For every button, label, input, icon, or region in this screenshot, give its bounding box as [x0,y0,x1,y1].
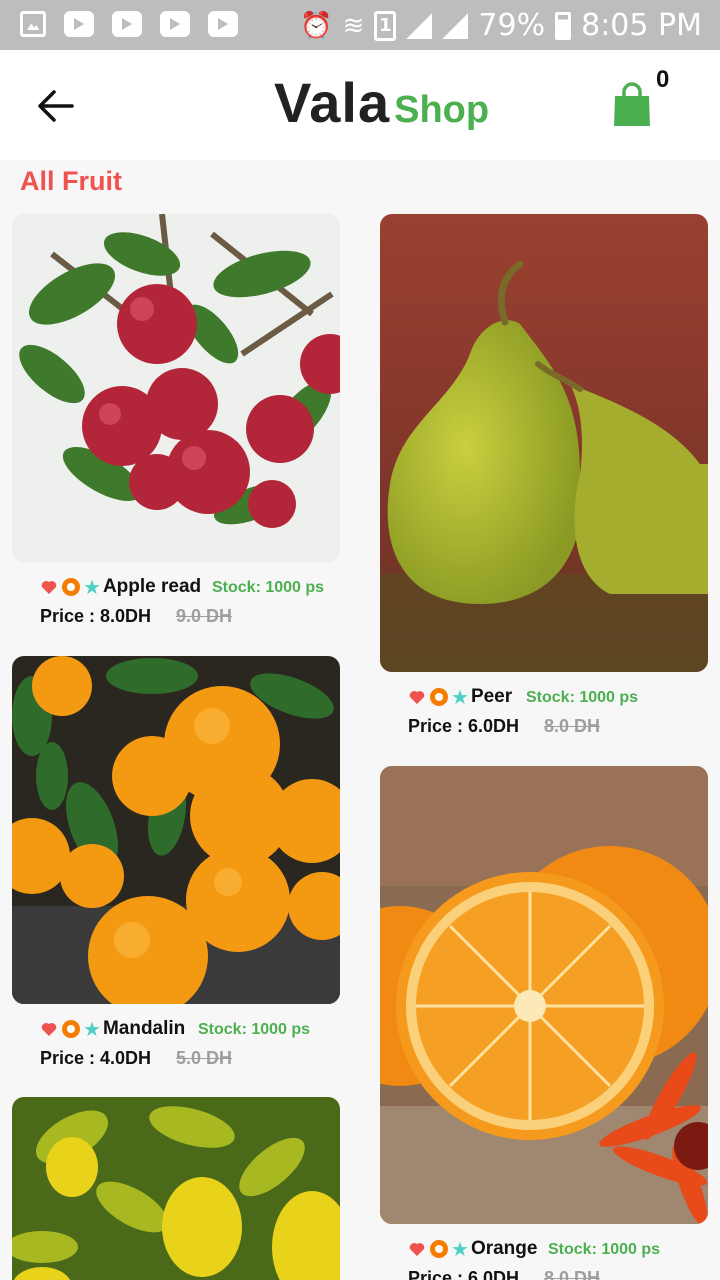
star-icon[interactable]: ★ [83,1019,101,1039]
sim-icon: 1 [374,10,397,41]
product-card-mandalin[interactable]: ★ Mandalin Stock: 1000 ps Price : 4.0DH … [12,656,340,1084]
product-stock: Stock: 1000 ps [212,579,325,596]
product-name: Orange [470,1238,538,1259]
product-stock: Stock: 1000 ps [526,689,639,706]
youtube-icon [208,11,238,37]
product-image-orange[interactable] [380,766,708,1224]
product-card-apple[interactable]: ★ Apple read Stock: 1000 ps Price : 8.0D… [12,214,340,642]
alarm-icon: ⏰ [300,10,333,41]
product-card-lemon[interactable] [12,1097,340,1280]
product-info-orange: ★ Orange Stock: 1000 ps Price : 6.0DH 8.… [380,1224,708,1280]
product-price: Price : 8.0DH [40,606,152,626]
product-old-price: 8.0 DH [544,716,601,736]
ring-icon[interactable] [430,688,448,706]
product-old-price: 5.0 DH [176,1048,233,1068]
heart-icon[interactable] [408,689,426,705]
ring-icon[interactable] [62,578,80,596]
product-price: Price : 4.0DH [40,1048,152,1068]
product-image-apple[interactable] [12,214,340,562]
youtube-icon [64,11,94,37]
product-title-row: ★ Apple read [40,576,201,598]
heart-icon[interactable] [40,1021,58,1037]
product-stock: Stock: 1000 ps [198,1021,311,1038]
product-card-pear[interactable]: ★ Peer Stock: 1000 ps Price : 6.0DH 8.0 … [380,214,708,752]
battery-percent: 79% [478,8,546,43]
heart-icon[interactable] [40,579,58,595]
section-title: All Fruit [20,166,122,196]
status-bar: ⏰ ≋ 1 79% 8:05 PM [0,0,720,50]
product-card-orange[interactable]: ★ Orange Stock: 1000 ps Price : 6.0DH 8.… [380,766,708,1280]
clock: 8:05 PM [581,8,702,43]
cart-count-badge: 0 [656,66,670,93]
product-info-pear: ★ Peer Stock: 1000 ps Price : 6.0DH 8.0 … [380,672,708,752]
product-title-row: ★ Peer [408,686,512,708]
product-price: Price : 6.0DH [408,716,520,736]
shopping-bag-icon[interactable] [612,82,652,128]
signal-icon [406,12,433,39]
youtube-icon [160,11,190,37]
product-old-price: 9.0 DH [176,606,233,626]
youtube-icon [112,11,142,37]
product-image-pear[interactable] [380,214,708,672]
brand-primary: Vala [274,71,391,134]
wifi-icon: ≋ [342,10,365,41]
ring-icon[interactable] [62,1020,80,1038]
back-arrow-icon[interactable] [36,86,76,126]
product-price: Price : 6.0DH [408,1268,520,1280]
app-bar: Vala Shop 0 [0,50,720,160]
notification-icons [20,11,238,37]
system-icons: ⏰ ≋ 1 79% 8:05 PM [300,8,702,43]
battery-charging-icon [555,11,572,40]
heart-icon[interactable] [408,1241,426,1257]
product-title-row: ★ Mandalin [40,1018,185,1040]
product-old-price: 8.0 DH [544,1268,601,1280]
product-name: Apple read [102,576,202,597]
ring-icon[interactable] [430,1240,448,1258]
product-name: Mandalin [102,1018,186,1039]
product-image-mandalin[interactable] [12,656,340,1004]
product-title-row: ★ Orange [408,1238,537,1260]
signal-icon [442,12,469,39]
product-image-lemon[interactable] [12,1097,340,1280]
product-name: Peer [470,686,513,707]
star-icon[interactable]: ★ [451,687,469,707]
image-notification-icon [20,11,46,37]
product-stock: Stock: 1000 ps [548,1241,661,1258]
product-info-mandalin: ★ Mandalin Stock: 1000 ps Price : 4.0DH … [12,1004,340,1084]
star-icon[interactable]: ★ [451,1239,469,1259]
star-icon[interactable]: ★ [83,577,101,597]
brand-secondary: Shop [394,89,490,131]
brand-logo: Vala Shop [274,70,489,135]
product-info-apple: ★ Apple read Stock: 1000 ps Price : 8.0D… [12,562,340,642]
